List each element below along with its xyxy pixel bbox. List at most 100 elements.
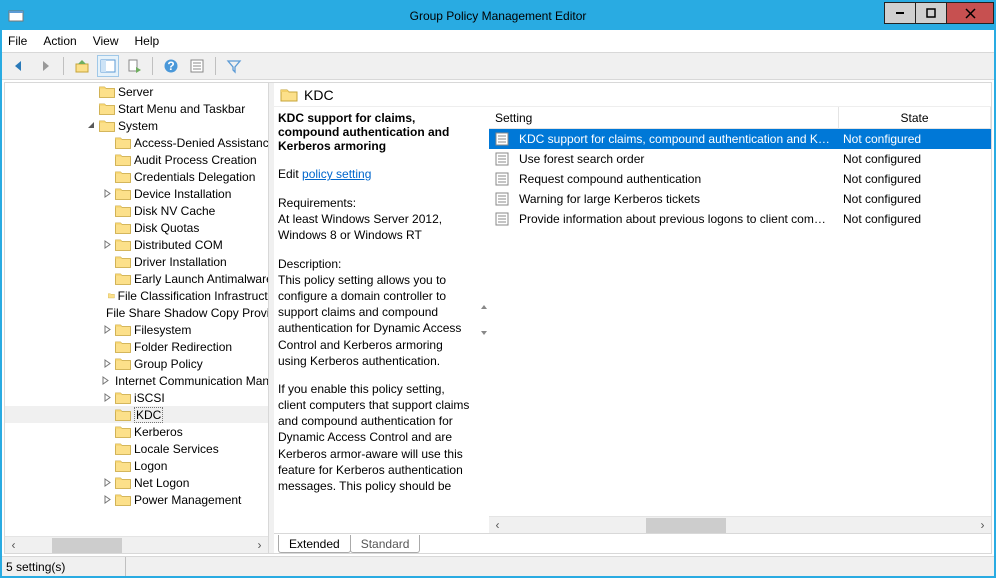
tree-item[interactable]: Access-Denied Assistance — [5, 134, 268, 151]
tree-item[interactable]: Power Management — [5, 491, 268, 508]
edit-prefix: Edit — [278, 167, 302, 181]
app-window: Group Policy Management Editor File Acti… — [2, 2, 994, 576]
setting-row[interactable]: KDC support for claims, compound authent… — [489, 129, 991, 149]
titlebar[interactable]: Group Policy Management Editor — [2, 2, 994, 30]
export-list-button[interactable] — [123, 55, 145, 77]
collapse-icon[interactable] — [85, 120, 97, 132]
tree-item[interactable]: Disk NV Cache — [5, 202, 268, 219]
toggle-spacer — [101, 290, 106, 302]
edit-policy-link[interactable]: policy setting — [302, 167, 371, 181]
tree-item[interactable]: Internet Communication Management — [5, 372, 268, 389]
tree-item[interactable]: System — [5, 117, 268, 134]
right-pane: KDC KDC support for claims, compound aut… — [274, 83, 991, 553]
tree-item[interactable]: Credentials Delegation — [5, 168, 268, 185]
tree-item-label: Disk Quotas — [134, 221, 199, 235]
setting-row[interactable]: Warning for large Kerberos ticketsNot co… — [489, 189, 991, 209]
expand-icon[interactable] — [101, 239, 113, 251]
menubar: File Action View Help — [2, 30, 994, 52]
tree-item-label: Filesystem — [134, 323, 191, 337]
tree-item[interactable]: Locale Services — [5, 440, 268, 457]
tree-item-label: Server — [118, 85, 153, 99]
expand-icon[interactable] — [101, 477, 113, 489]
tree-item[interactable]: Distributed COM — [5, 236, 268, 253]
tree-item-label: Start Menu and Taskbar — [118, 102, 245, 116]
column-setting[interactable]: Setting — [489, 107, 839, 128]
tree-item[interactable]: Audit Process Creation — [5, 151, 268, 168]
tree-item[interactable]: Server — [5, 83, 268, 100]
content-area: Server Start Menu and TaskbarSystem Access… — [4, 82, 992, 554]
tree-item[interactable]: File Share Shadow Copy Provider — [5, 304, 268, 321]
setting-row[interactable]: Request compound authenticationNot confi… — [489, 169, 991, 189]
folder-icon — [280, 87, 298, 102]
tree-item[interactable]: Early Launch Antimalware — [5, 270, 268, 287]
tree-item[interactable]: Filesystem — [5, 321, 268, 338]
statusbar: 5 setting(s) — [2, 556, 994, 576]
menu-view[interactable]: View — [93, 34, 119, 48]
toggle-spacer — [101, 341, 113, 353]
tree-item[interactable]: Device Installation — [5, 185, 268, 202]
menu-file[interactable]: File — [8, 34, 27, 48]
setting-row[interactable]: Use forest search orderNot configured — [489, 149, 991, 169]
filter-button[interactable] — [223, 55, 245, 77]
close-button[interactable] — [946, 2, 994, 24]
app-icon — [8, 8, 24, 24]
tree-item[interactable]: KDC — [5, 406, 268, 423]
back-button[interactable] — [8, 55, 30, 77]
menu-help[interactable]: Help — [135, 34, 160, 48]
forward-button[interactable] — [34, 55, 56, 77]
tab-standard[interactable]: Standard — [350, 535, 421, 553]
tree-scrollbar-h[interactable]: ‹ › — [5, 536, 268, 553]
tree-item-label: File Classification Infrastructure — [118, 289, 268, 303]
maximize-button[interactable] — [915, 2, 947, 24]
expand-icon[interactable] — [101, 324, 113, 336]
list-body[interactable]: KDC support for claims, compound authent… — [489, 129, 991, 516]
expand-icon[interactable] — [101, 358, 113, 370]
expand-icon[interactable] — [101, 188, 113, 200]
show-hide-tree-button[interactable] — [97, 55, 119, 77]
tree-item-label: Credentials Delegation — [134, 170, 255, 184]
tree-item[interactable]: Start Menu and Taskbar — [5, 100, 268, 117]
tree-item-label: Group Policy — [134, 357, 203, 371]
tree-item-label: Power Management — [134, 493, 241, 507]
tree-item-label: Access-Denied Assistance — [134, 136, 268, 150]
setting-row[interactable]: Provide information about previous logon… — [489, 209, 991, 229]
tree-item-label: Locale Services — [134, 442, 219, 456]
tree-item-label: KDC — [134, 407, 163, 423]
up-button[interactable] — [71, 55, 93, 77]
toggle-spacer — [101, 205, 113, 217]
column-state[interactable]: State — [839, 107, 991, 128]
toggle-spacer — [101, 154, 113, 166]
description-p2: If you enable this policy setting, clien… — [278, 381, 471, 494]
list-scrollbar-h[interactable]: ‹ › — [489, 516, 991, 533]
tree-item[interactable]: Folder Redirection — [5, 338, 268, 355]
expand-icon[interactable] — [101, 392, 113, 404]
tree-body[interactable]: Server Start Menu and TaskbarSystem Access… — [5, 83, 268, 536]
menu-action[interactable]: Action — [43, 34, 76, 48]
tree-item-label: Distributed COM — [134, 238, 223, 252]
expand-icon[interactable] — [101, 494, 113, 506]
list-scroll-left[interactable]: ‹ — [489, 517, 506, 534]
toggle-spacer — [85, 86, 97, 98]
help-button[interactable]: ? — [160, 55, 182, 77]
expand-icon[interactable] — [101, 375, 110, 387]
tree-item[interactable]: Disk Quotas — [5, 219, 268, 236]
tab-extended[interactable]: Extended — [278, 535, 351, 553]
scroll-thumb[interactable] — [52, 538, 122, 553]
description-splitter[interactable] — [479, 107, 489, 533]
tree-item[interactable]: Net Logon — [5, 474, 268, 491]
tree-item[interactable]: Driver Installation — [5, 253, 268, 270]
properties-button[interactable] — [186, 55, 208, 77]
tree-item[interactable]: iSCSI — [5, 389, 268, 406]
scroll-left-button[interactable]: ‹ — [5, 537, 22, 554]
tree-item[interactable]: Kerberos — [5, 423, 268, 440]
setting-state: Not configured — [837, 212, 991, 226]
tree-item[interactable]: Group Policy — [5, 355, 268, 372]
setting-state: Not configured — [837, 152, 991, 166]
minimize-button[interactable] — [884, 2, 916, 24]
tree-item[interactable]: Logon — [5, 457, 268, 474]
list-scroll-thumb[interactable] — [646, 518, 726, 533]
list-scroll-right[interactable]: › — [974, 517, 991, 534]
list-header: Setting State — [489, 107, 991, 129]
scroll-right-button[interactable]: › — [251, 537, 268, 554]
tree-item[interactable]: File Classification Infrastructure — [5, 287, 268, 304]
